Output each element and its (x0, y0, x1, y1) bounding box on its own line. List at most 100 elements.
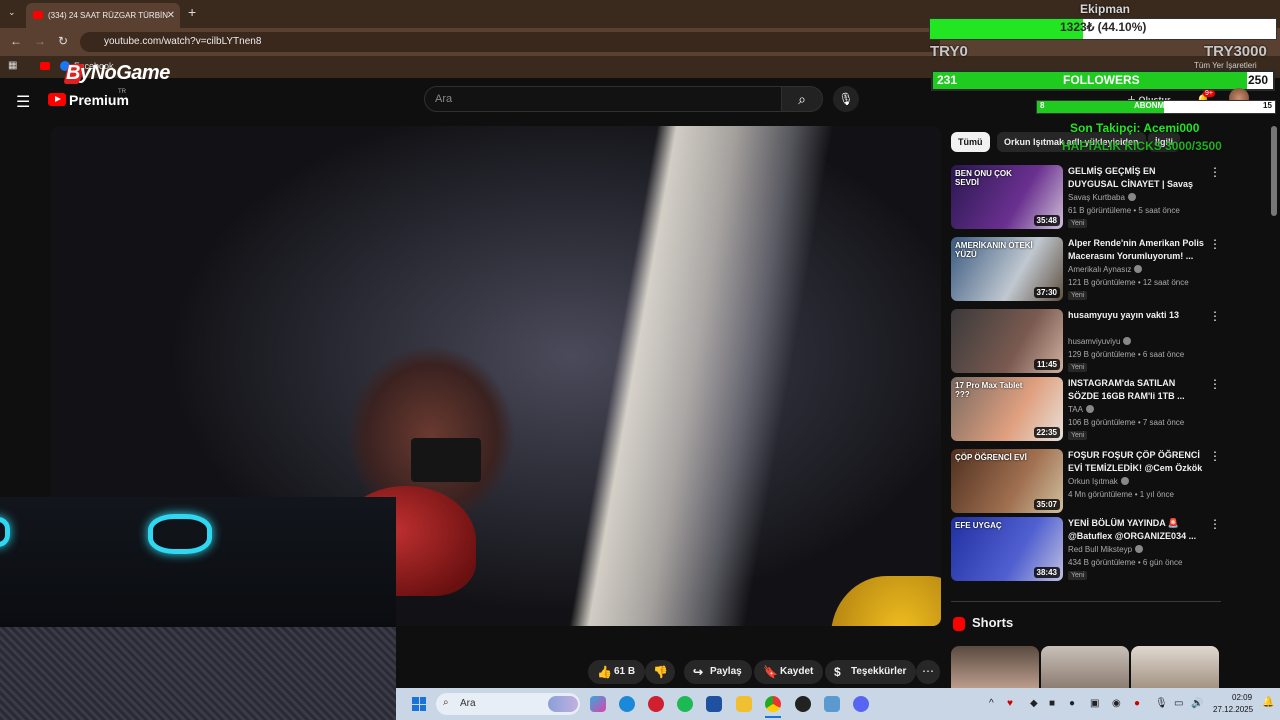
clock-date[interactable]: 27.12.2025 (1213, 705, 1253, 714)
voice-search-button[interactable]: 🎙 (833, 86, 859, 112)
tray-app-icon[interactable]: ▣ (1090, 698, 1099, 709)
recommendation-item[interactable]: EFE UYGAÇ 38:43 YENİ BÖLÜM YAYINDA 🚨 @Batu… (951, 517, 1223, 581)
file-explorer-icon[interactable] (736, 696, 752, 712)
tray-app-icon[interactable]: ■ (1049, 698, 1055, 709)
more-options-icon[interactable]: ⋮ (1209, 517, 1221, 531)
new-badge: Yeni (1068, 291, 1088, 300)
youtube-logo-icon[interactable] (48, 93, 66, 106)
dislike-button[interactable]: 👎 (645, 660, 675, 684)
monitor-tray-icon[interactable]: ▭ (1174, 698, 1183, 709)
reload-button[interactable]: ↻ (58, 34, 68, 48)
video-meta: 121 B görüntüleme • 12 saat önce (1068, 278, 1189, 287)
copilot-icon[interactable] (590, 696, 606, 712)
notification-center-icon[interactable]: 🔔 (1262, 697, 1274, 708)
followers-label: FOLLOWERS (1063, 73, 1140, 87)
app-icon[interactable] (824, 696, 840, 712)
windows-start-icon[interactable] (412, 697, 426, 711)
video-title[interactable]: INSTAGRAM'da SATILAN SÖZDE 16GB RAM'li 1… (1068, 377, 1204, 403)
video-title[interactable]: FOŞUR FOŞUR ÇÖP ÖĞRENCİ EVİ TEMİZLEDİK! … (1068, 449, 1204, 475)
channel-name[interactable]: Amerikalı Aynasız (1068, 265, 1143, 274)
back-button[interactable]: ← (10, 34, 22, 48)
like-button[interactable]: 👍 61 B (588, 660, 646, 684)
tray-app-icon[interactable]: ◆ (1030, 698, 1038, 709)
video-title[interactable]: GELMİŞ GEÇMİŞ EN DUYGUSAL CİNAYET | Sava… (1068, 165, 1204, 192)
verified-icon (1120, 477, 1129, 485)
video-duration: 35:07 (1033, 499, 1060, 510)
tab-search-icon[interactable]: ⌄ (8, 7, 20, 19)
edge-icon[interactable] (619, 696, 635, 712)
search-highlight-icon[interactable] (548, 696, 578, 712)
more-options-icon[interactable]: ⋮ (1209, 449, 1221, 463)
video-title[interactable]: husamyuyu yayın vakti 13 (1068, 309, 1204, 322)
channel-name[interactable]: Savaş Kurtbaba (1068, 193, 1136, 202)
channel-name[interactable]: husamviyuviyu (1068, 337, 1132, 346)
video-thumbnail[interactable]: AMERİKANIN ÖTEKİ YÜZÜ 37:30 (951, 237, 1063, 301)
super-thanks-icon: $ (834, 665, 841, 679)
short-thumbnail[interactable] (951, 646, 1039, 690)
forward-button[interactable]: → (34, 34, 46, 48)
video-duration: 22:35 (1033, 427, 1060, 438)
chip-all[interactable]: Tümü (951, 132, 990, 152)
media-player-icon[interactable] (648, 696, 664, 712)
hamburger-menu-icon[interactable]: ☰ (16, 92, 30, 112)
microphone-tray-icon[interactable]: 🎙 (1155, 698, 1168, 709)
shorts-icon (953, 617, 965, 631)
thumbnail-text: EFE UYGAÇ (955, 521, 1002, 530)
channel-name[interactable]: Orkun Işıtmak (1068, 477, 1129, 486)
recommendation-item[interactable]: AMERİKANIN ÖTEKİ YÜZÜ 37:30 Alper Rende'ni… (951, 237, 1223, 301)
share-button[interactable]: ↪ Paylaş (684, 660, 752, 684)
show-hidden-icons-icon[interactable]: ^ (989, 698, 994, 709)
address-bar[interactable]: youtube.com/watch?v=cilbLYTnen8 (80, 32, 940, 52)
recommendation-item[interactable]: 17 Pro Max Tablet ??? 22:35 INSTAGRAM'da S… (951, 377, 1223, 441)
video-thumbnail[interactable]: EFE UYGAÇ 38:43 (951, 517, 1063, 581)
discord-icon[interactable] (853, 696, 869, 712)
video-thumbnail[interactable]: ÇÖP ÖĞRENCİ EVİ 35:07 (951, 449, 1063, 513)
shorts-heading: Shorts (972, 615, 1014, 630)
channel-name[interactable]: Red Bull Miksteyp (1068, 545, 1144, 554)
tray-app-icon[interactable]: ● (1069, 698, 1075, 709)
recommendation-item[interactable]: ÇÖP ÖĞRENCİ EVİ 35:07 FOŞUR FOŞUR ÇÖP ÖĞRE… (951, 449, 1223, 513)
scrollbar[interactable] (1271, 126, 1277, 216)
chrome-icon[interactable] (765, 696, 781, 712)
subscriber-label: ABONMAN (1134, 101, 1176, 110)
search-input[interactable]: Ara (424, 86, 782, 112)
channel-name[interactable]: TAA (1068, 405, 1094, 414)
search-button[interactable]: ⌕ (781, 86, 823, 112)
thanks-button[interactable]: $ Teşekkürler (825, 660, 917, 684)
youtube-bookmark-icon[interactable] (40, 62, 50, 70)
tray-app-icon[interactable]: ◉ (1112, 698, 1121, 709)
last-follower-text: Son Takipçi: Acemi000 (1070, 121, 1200, 135)
more-options-icon[interactable]: ⋮ (1209, 309, 1221, 323)
video-title[interactable]: YENİ BÖLÜM YAYINDA 🚨 @Batuflex @ORGANIZE… (1068, 517, 1204, 543)
video-thumbnail[interactable]: 17 Pro Max Tablet ??? 22:35 (951, 377, 1063, 441)
more-options-icon[interactable]: ⋮ (1209, 165, 1221, 179)
more-actions-button[interactable]: ⋯ (916, 660, 940, 684)
save-button[interactable]: 🔖 Kaydet (754, 660, 824, 684)
video-thumbnail[interactable]: 11:45 (951, 309, 1063, 373)
short-thumbnail[interactable] (1131, 646, 1219, 690)
all-bookmarks[interactable]: Tüm Yer İşaretleri (1194, 61, 1257, 70)
tab-close-icon[interactable]: ✕ (167, 3, 175, 28)
tray-app-icon[interactable]: ♥ (1007, 698, 1013, 709)
apps-grid-icon[interactable]: ▦ (8, 60, 17, 71)
video-title[interactable]: Alper Rende'nin Amerikan Polis Macerasın… (1068, 237, 1204, 263)
recommendation-item[interactable]: 11:45 husamyuyu yayın vakti 13 husamviyuvi… (951, 309, 1223, 373)
url-text: youtube.com/watch?v=cilbLYTnen8 (104, 36, 262, 47)
subscriber-target: 15 (1263, 101, 1272, 110)
short-thumbnail[interactable] (1041, 646, 1129, 690)
store-icon[interactable] (706, 696, 722, 712)
spotify-icon[interactable] (677, 696, 693, 712)
clock-time[interactable]: 02:09 (1232, 693, 1252, 702)
tray-app-icon[interactable]: ● (1134, 698, 1140, 709)
recommendation-item[interactable]: BEN ONU ÇOK SEVDİ 35:48 GELMİŞ GEÇMİŞ EN D… (951, 165, 1223, 229)
speaker-tray-icon[interactable]: 🔊 (1191, 698, 1203, 709)
more-options-icon[interactable]: ⋮ (1209, 377, 1221, 391)
thanks-label: Teşekkürler (851, 666, 907, 677)
obs-icon[interactable] (795, 696, 811, 712)
new-tab-button[interactable]: + (188, 4, 196, 20)
video-thumbnail[interactable]: BEN ONU ÇOK SEVDİ 35:48 (951, 165, 1063, 229)
browser-tab[interactable]: (334) 24 SAAT RÜZGAR TÜRBİN ✕ (26, 3, 180, 28)
more-options-icon[interactable]: ⋮ (1209, 237, 1221, 251)
channel-label: Orkun Işıtmak (1068, 477, 1118, 486)
channel-label: husamviyuviyu (1068, 337, 1121, 346)
